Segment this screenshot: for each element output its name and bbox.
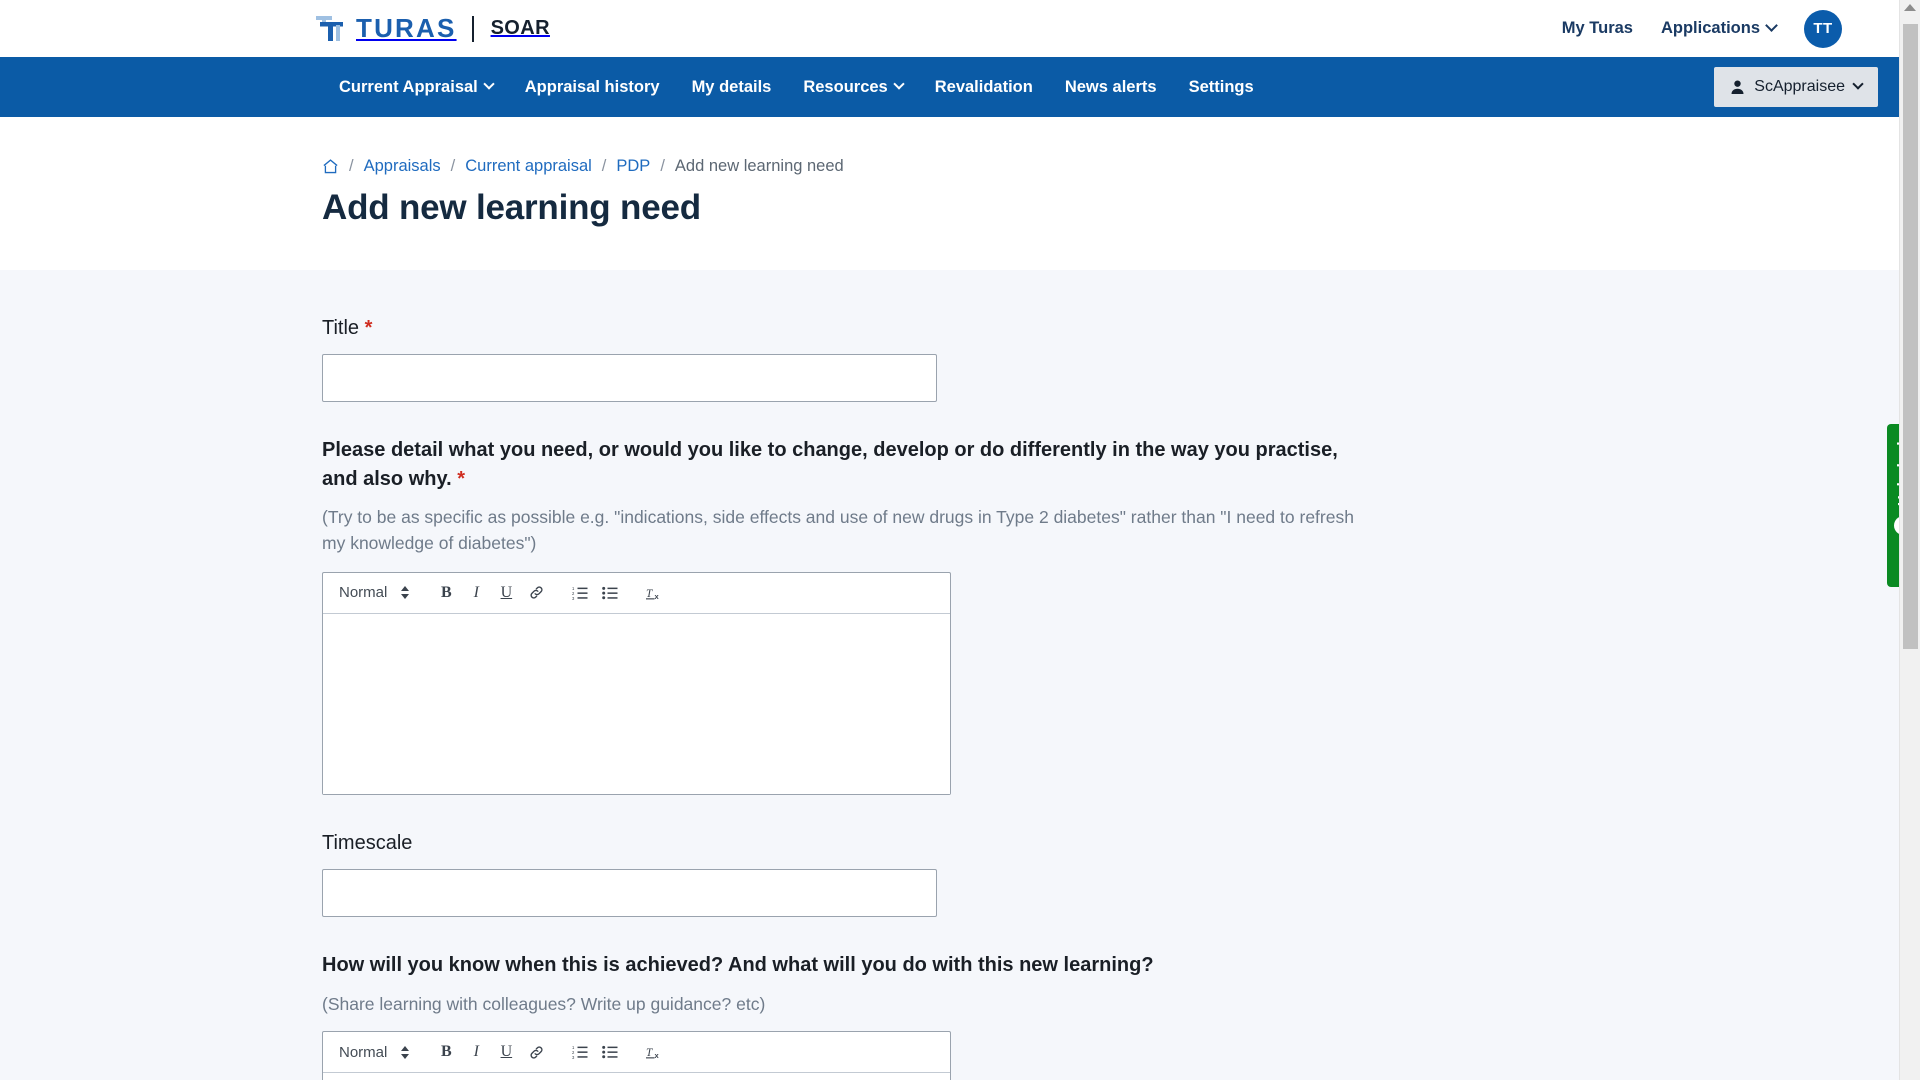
chevron-down-icon <box>1765 19 1778 32</box>
brand-logo-link[interactable]: TURAS SOAR <box>316 13 550 44</box>
svg-text:x: x <box>654 1051 659 1060</box>
nav-label: Current Appraisal <box>339 78 478 96</box>
breadcrumb-separator: / <box>349 157 354 175</box>
svg-text:3: 3 <box>572 1055 575 1060</box>
breadcrumb-separator: / <box>660 157 665 175</box>
underline-icon[interactable]: U <box>491 578 521 608</box>
timescale-field-label: Timescale <box>322 831 413 854</box>
updown-arrows-icon <box>401 1045 410 1059</box>
home-icon <box>323 159 338 174</box>
title-label-text: Title <box>322 317 360 339</box>
required-marker: * <box>364 317 373 339</box>
field-timescale: Timescale <box>322 829 1598 918</box>
person-icon <box>1731 80 1744 94</box>
breadcrumb-item-appraisals[interactable]: Appraisals <box>364 157 441 176</box>
title-input[interactable] <box>322 354 937 403</box>
field-detail: Please detail what you need, or would yo… <box>322 436 1598 795</box>
nav-item-resources[interactable]: Resources <box>787 57 918 117</box>
link-icon[interactable] <box>521 578 551 608</box>
brand-subtitle: SOAR <box>490 17 550 39</box>
achieved-editor-input[interactable] <box>323 1073 950 1080</box>
breadcrumb-separator: / <box>450 157 456 175</box>
bold-icon[interactable]: B <box>431 1037 461 1067</box>
detail-editor-input[interactable] <box>323 613 950 794</box>
bullet-list-icon[interactable] <box>595 1037 625 1067</box>
page-title: Add new learning need <box>322 188 701 227</box>
avatar[interactable]: TT <box>1804 9 1842 48</box>
clear-format-icon[interactable]: T x <box>639 578 669 608</box>
title-field-label: Title * <box>322 314 1340 342</box>
format-picker-label: Normal <box>339 584 388 602</box>
nav-item-appraisal-history[interactable]: Appraisal history <box>509 57 676 117</box>
nav-item-news-alerts[interactable]: News alerts <box>1049 57 1173 117</box>
achieved-field-hint: (Share learning with colleagues? Write u… <box>322 993 766 1014</box>
my-turas-link[interactable]: My Turas <box>1562 19 1633 38</box>
link-icon[interactable] <box>521 1037 551 1067</box>
nav-item-current-appraisal[interactable]: Current Appraisal <box>323 57 509 117</box>
scrollbar-thumb[interactable] <box>1903 24 1918 649</box>
timescale-input[interactable] <box>322 869 937 918</box>
updown-arrows-icon <box>401 586 410 600</box>
scroll-up-arrow-icon[interactable] <box>1904 4 1916 11</box>
brand-divider <box>471 15 474 42</box>
detail-label-text: Please detail what you need, or would yo… <box>322 439 1338 490</box>
breadcrumb-separator: / <box>601 157 607 175</box>
svg-text:T: T <box>646 1047 653 1059</box>
editor-toolbar: Normal B I U 1 2 3 T x <box>323 1032 950 1074</box>
nav-item-revalidation[interactable]: Revalidation <box>919 57 1049 117</box>
italic-icon[interactable]: I <box>461 1037 491 1067</box>
nav-item-my-details[interactable]: My details <box>676 57 788 117</box>
primary-navbar: Current Appraisal Appraisal history My d… <box>0 57 1920 117</box>
required-marker: * <box>457 467 466 490</box>
ordered-list-icon[interactable]: 1 2 3 <box>565 1037 595 1067</box>
brand-wordmark: TURAS <box>356 13 457 43</box>
page-scrollbar[interactable] <box>1899 0 1920 1080</box>
nav-items: Current Appraisal Appraisal history My d… <box>323 57 1270 117</box>
breadcrumb-item-pdp[interactable]: PDP <box>616 157 650 176</box>
field-title: Title * <box>322 314 1598 403</box>
italic-icon[interactable]: I <box>461 578 491 608</box>
svg-text:3: 3 <box>572 596 575 601</box>
format-picker[interactable]: Normal <box>331 578 419 608</box>
top-header: TURAS SOAR My Turas Applications TT <box>0 0 1920 57</box>
detail-rich-text-editor: Normal B I U 1 2 3 T x <box>322 571 951 795</box>
format-picker-label: Normal <box>339 1043 388 1061</box>
chevron-down-icon <box>483 78 495 90</box>
svg-text:x: x <box>654 592 659 601</box>
top-header-right: My Turas Applications TT <box>1562 9 1842 48</box>
app-page: TURAS SOAR My Turas Applications TT Curr… <box>0 0 1920 1080</box>
underline-icon[interactable]: U <box>491 1037 521 1067</box>
nav-item-settings[interactable]: Settings <box>1173 57 1270 117</box>
applications-menu[interactable]: Applications <box>1660 19 1778 38</box>
editor-toolbar: Normal B I U 1 2 3 T x <box>323 573 950 614</box>
bullet-list-icon[interactable] <box>595 578 625 608</box>
bold-icon[interactable]: B <box>431 578 461 608</box>
field-achieved: How will you know when this is achieved?… <box>322 951 1598 1080</box>
turas-logo-icon <box>316 16 343 41</box>
breadcrumb-item-current-appraisal[interactable]: Current appraisal <box>465 157 592 176</box>
achieved-field-label: How will you know when this is achieved?… <box>322 954 1154 977</box>
achieved-rich-text-editor: Normal B I U 1 2 3 T x <box>322 1031 951 1080</box>
user-menu-label: ScAppraisee <box>1754 78 1845 95</box>
detail-field-hint: (Try to be as specific as possible e.g. … <box>322 507 1354 553</box>
user-menu-button[interactable]: ScAppraisee <box>1714 67 1878 107</box>
breadcrumb-home-link[interactable] <box>322 158 339 175</box>
chevron-down-icon <box>1852 78 1864 90</box>
nav-label: Resources <box>803 78 888 96</box>
clear-format-icon[interactable]: T x <box>639 1037 669 1067</box>
ordered-list-icon[interactable]: 1 2 3 <box>565 578 595 608</box>
learning-need-form: Title * Please detail what you need, or … <box>0 270 1920 1080</box>
format-picker[interactable]: Normal <box>331 1037 419 1067</box>
svg-text:T: T <box>646 588 653 600</box>
applications-label: Applications <box>1660 19 1760 37</box>
chevron-down-icon <box>893 78 905 90</box>
breadcrumb: / Appraisals / Current appraisal / PDP /… <box>322 157 1598 176</box>
breadcrumb-item-current: Add new learning need <box>674 157 844 175</box>
page-heading-band: / Appraisals / Current appraisal / PDP /… <box>0 117 1920 270</box>
detail-field-label: Please detail what you need, or would yo… <box>322 436 1340 493</box>
